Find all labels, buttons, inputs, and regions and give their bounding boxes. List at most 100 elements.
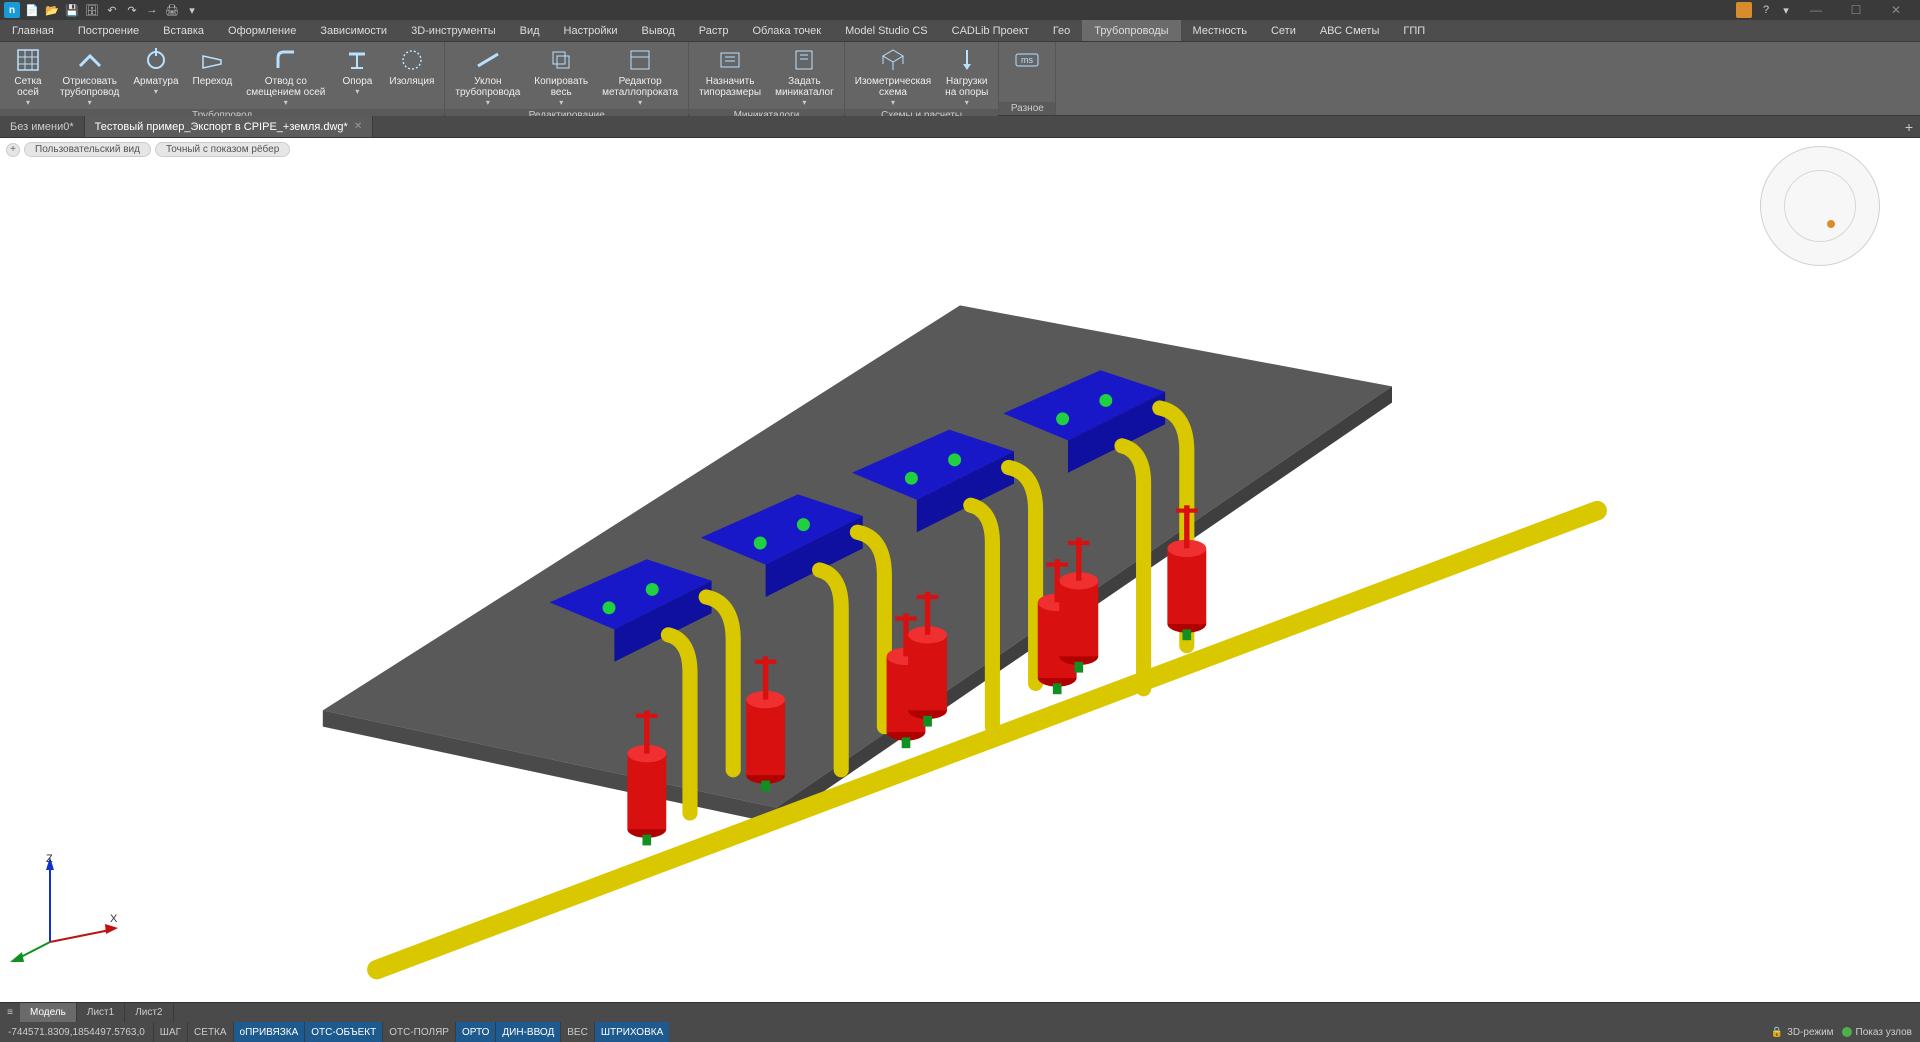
ribbon-button-4-0[interactable]: ms xyxy=(1003,44,1051,78)
assign-icon xyxy=(716,46,744,74)
support-icon xyxy=(343,46,371,74)
ribbon-button-3-0[interactable]: Изометрическая схема▾ xyxy=(849,44,937,109)
window-close-button[interactable]: ✕ xyxy=(1876,0,1916,20)
app-logo-icon: n xyxy=(4,2,20,18)
ribbon-button-0-0[interactable]: Сетка осей▾ xyxy=(4,44,52,109)
ribbon-button-label: Копировать весь xyxy=(534,76,588,98)
menu-tab-13[interactable]: Гео xyxy=(1041,20,1082,41)
menu-tab-17[interactable]: АВС Сметы xyxy=(1308,20,1392,41)
scene-3d xyxy=(0,138,1920,1002)
chevron-down-icon: ▾ xyxy=(965,98,969,107)
menu-tab-1[interactable]: Построение xyxy=(66,20,151,41)
status-toggle-вес[interactable]: ВЕС xyxy=(560,1022,594,1042)
menu-tab-10[interactable]: Облака точек xyxy=(741,20,834,41)
help-dropdown-icon[interactable]: ▾ xyxy=(1776,0,1796,20)
ribbon-button-0-6[interactable]: Изоляция xyxy=(383,44,440,89)
menu-tab-15[interactable]: Местность xyxy=(1181,20,1259,41)
ribbon-button-0-4[interactable]: Отвод со смещением осей▾ xyxy=(240,44,331,109)
ribbon-button-label: Отрисовать трубопровод xyxy=(60,76,119,98)
close-icon[interactable]: ✕ xyxy=(354,121,362,132)
status-toggle-сетка[interactable]: СЕТКА xyxy=(187,1022,233,1042)
ribbon-button-label: Арматура xyxy=(133,76,178,87)
reducer-icon xyxy=(198,46,226,74)
ribbon-button-0-1[interactable]: Отрисовать трубопровод▾ xyxy=(54,44,125,109)
window-minimize-button[interactable]: — xyxy=(1796,0,1836,20)
ribbon-group-3: Изометрическая схема▾Нагрузки на опоры▾С… xyxy=(845,42,1000,115)
menu-tab-8[interactable]: Вывод xyxy=(629,20,686,41)
qat-redo-icon[interactable]: ↷ xyxy=(124,2,140,18)
ribbon-button-0-5[interactable]: Опора▾ xyxy=(333,44,381,98)
menu-tab-6[interactable]: Вид xyxy=(508,20,552,41)
document-tab-add-button[interactable]: + xyxy=(1898,116,1920,137)
model-tab-1[interactable]: Лист1 xyxy=(77,1003,125,1022)
ribbon-button-label: Нагрузки на опоры xyxy=(945,76,988,98)
ribbon-button-1-2[interactable]: Редактор металлопроката▾ xyxy=(596,44,684,109)
ribbon-button-label: Отвод со смещением осей xyxy=(246,76,325,98)
status-toggle-дин-ввод[interactable]: ДИН-ВВОД xyxy=(495,1022,560,1042)
menu-tab-7[interactable]: Настройки xyxy=(552,20,630,41)
menu-tab-16[interactable]: Сети xyxy=(1259,20,1308,41)
ribbon-button-0-3[interactable]: Переход xyxy=(187,44,239,89)
ribbon-button-1-0[interactable]: Уклон трубопровода▾ xyxy=(449,44,526,109)
chevron-down-icon: ▾ xyxy=(88,98,92,107)
qat-save-icon[interactable]: 💾 xyxy=(64,2,80,18)
layout-menu-icon[interactable]: ≡ xyxy=(0,1003,20,1022)
menu-tab-0[interactable]: Главная xyxy=(0,20,66,41)
window-maximize-button[interactable]: ☐ xyxy=(1836,0,1876,20)
qat-saveall-icon[interactable]: 🗄 xyxy=(84,2,100,18)
coordinate-triad-icon: Z X xyxy=(10,852,120,962)
slope-icon xyxy=(474,46,502,74)
valve-icon xyxy=(142,46,170,74)
model-tab-2[interactable]: Лист2 xyxy=(125,1003,173,1022)
ribbon-button-2-1[interactable]: Задать миникаталог▾ xyxy=(769,44,840,109)
status-toggle-опривязка[interactable]: оПРИВЯЗКА xyxy=(233,1022,305,1042)
iso-icon xyxy=(398,46,426,74)
ribbon-button-0-2[interactable]: Арматура▾ xyxy=(127,44,184,98)
pipe-icon xyxy=(76,46,104,74)
qat-new-icon[interactable]: 📄 xyxy=(24,2,40,18)
ribbon-button-1-1[interactable]: Копировать весь▾ xyxy=(528,44,594,109)
menu-tab-2[interactable]: Вставка xyxy=(151,20,216,41)
menu-tab-14[interactable]: Трубопроводы xyxy=(1082,20,1180,41)
viewport[interactable]: + Пользовательский вид Точный с показом … xyxy=(0,138,1920,1002)
qat-forward-icon[interactable]: → xyxy=(144,2,160,18)
ribbon-button-3-1[interactable]: Нагрузки на опоры▾ xyxy=(939,44,994,109)
loads-icon xyxy=(953,46,981,74)
status-toggle-орто[interactable]: ОРТО xyxy=(455,1022,495,1042)
help-button[interactable]: ? xyxy=(1756,0,1776,20)
qat-dropdown-icon[interactable]: ▾ xyxy=(184,2,200,18)
menu-tab-11[interactable]: Model Studio CS xyxy=(833,20,940,41)
ribbon-button-label: Задать миникаталог xyxy=(775,76,834,98)
copy-icon xyxy=(547,46,575,74)
menu-tab-18[interactable]: ГПП xyxy=(1391,20,1437,41)
menu-tab-9[interactable]: Растр xyxy=(687,20,741,41)
elbow-icon xyxy=(272,46,300,74)
status-toggle-штриховка[interactable]: ШТРИХОВКА xyxy=(594,1022,669,1042)
lock-icon: 🔒 xyxy=(1771,1027,1783,1038)
menu-tab-12[interactable]: CADLib Проект xyxy=(940,20,1041,41)
status-dot-icon xyxy=(1842,1027,1852,1037)
qat-undo-icon[interactable]: ↶ xyxy=(104,2,120,18)
model-tab-strip: ≡МодельЛист1Лист2 xyxy=(0,1002,1920,1022)
editor-icon xyxy=(626,46,654,74)
chevron-down-icon: ▾ xyxy=(284,98,288,107)
qat-open-icon[interactable]: 📂 xyxy=(44,2,60,18)
menu-tab-3[interactable]: Оформление xyxy=(216,20,308,41)
workspace-icon[interactable] xyxy=(1736,2,1752,18)
qat-print-icon[interactable]: 🖨 xyxy=(164,2,180,18)
document-tab-1[interactable]: Тестовый пример_Экспорт в CPIPE_+земля.d… xyxy=(85,116,374,137)
model-tab-0[interactable]: Модель xyxy=(20,1003,77,1022)
document-tab-0[interactable]: Без имени0* xyxy=(0,116,85,137)
status-toggle-отс-поляр[interactable]: ОТС-ПОЛЯР xyxy=(382,1022,455,1042)
chevron-down-icon: ▾ xyxy=(154,87,158,96)
menu-tab-4[interactable]: Зависимости xyxy=(308,20,399,41)
chevron-down-icon: ▾ xyxy=(355,87,359,96)
status-right-item-1[interactable]: Показ узлов xyxy=(1842,1027,1912,1038)
menu-tab-5[interactable]: 3D-инструменты xyxy=(399,20,508,41)
status-toggle-шаг[interactable]: ШАГ xyxy=(153,1022,187,1042)
status-right-item-0[interactable]: 🔒3D-режим xyxy=(1771,1027,1834,1038)
ribbon-button-2-0[interactable]: Назначить типоразмеры xyxy=(693,44,767,100)
chevron-down-icon: ▾ xyxy=(486,98,490,107)
status-toggle-отс-объект[interactable]: ОТС-ОБЪЕКТ xyxy=(304,1022,382,1042)
document-tab-label: Без имени0* xyxy=(10,121,74,133)
